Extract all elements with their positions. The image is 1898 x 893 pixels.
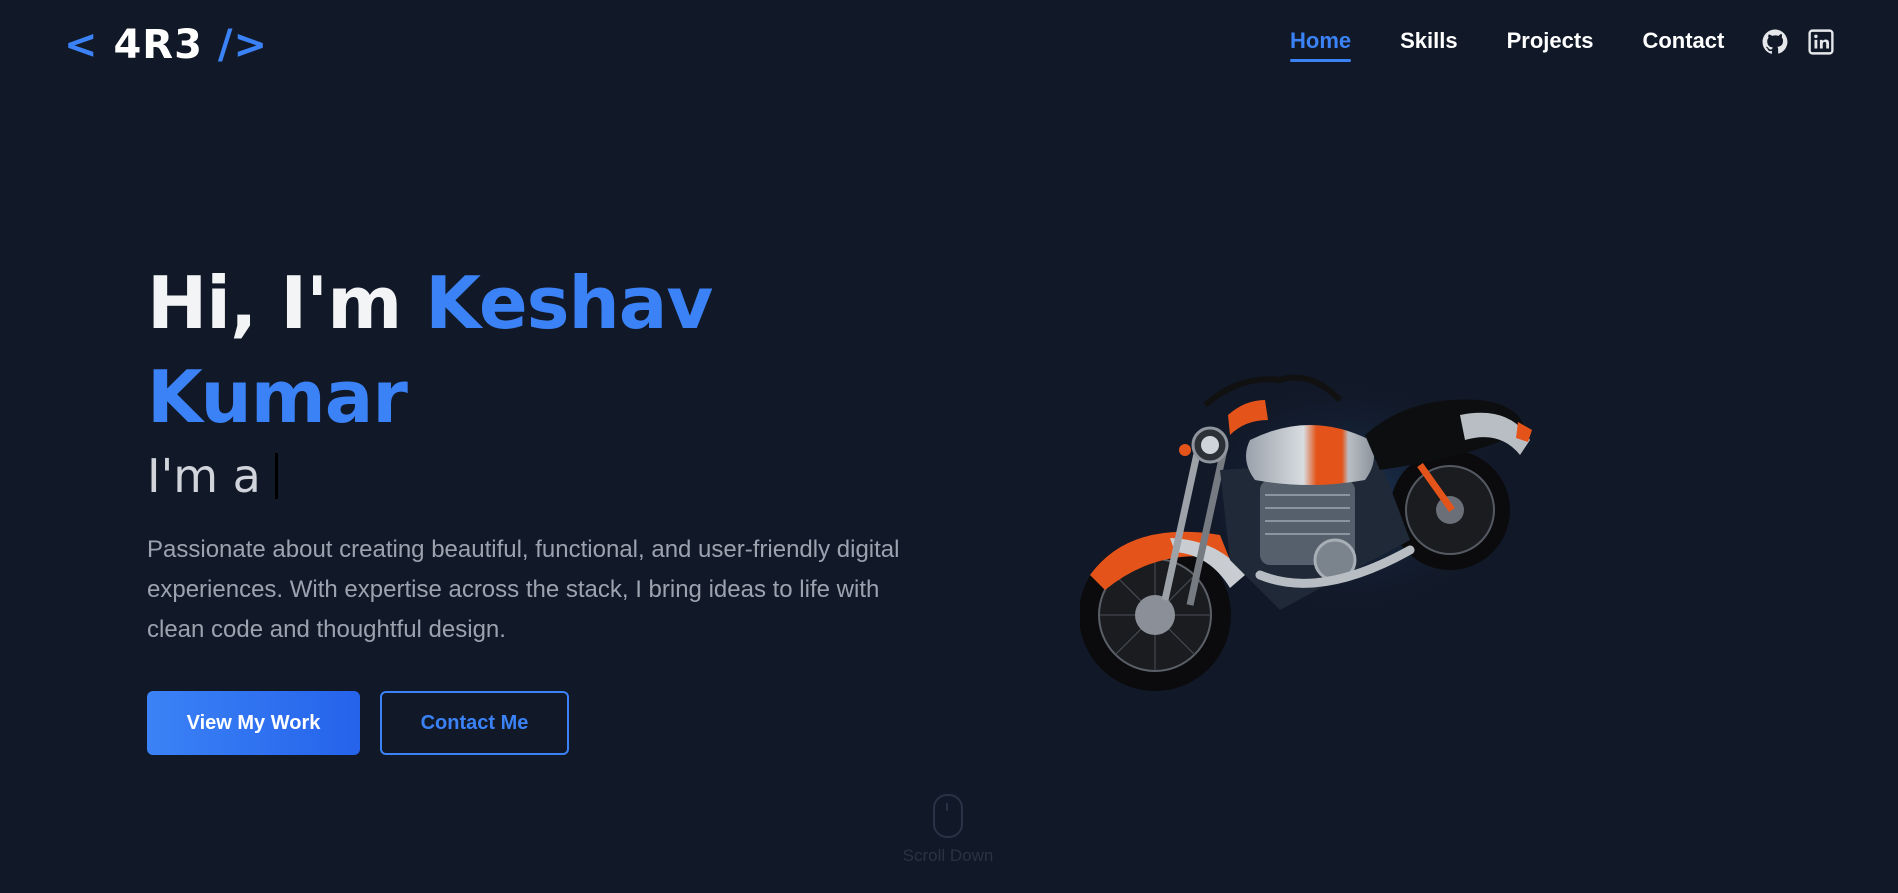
nav-link-home[interactable]: Home [1290,28,1352,62]
view-my-work-button[interactable]: View My Work [147,691,360,755]
nav-links: Home Skills Projects Contact [1290,28,1773,62]
nav-link-contact[interactable]: Contact [1642,28,1724,62]
social-links [1762,29,1834,55]
role-prefix: I'm a [147,449,261,503]
hero-first-name: Keshav [425,261,713,345]
typing-cursor [274,453,278,499]
hero-greeting: Hi, I'm [147,261,402,345]
site-logo[interactable]: < 4R3 /> [64,22,268,68]
motorcycle-3d-model[interactable] [1080,360,1550,710]
contact-me-button[interactable]: Contact Me [380,691,569,755]
hero-title: Hi, I'm Keshav Kumar [147,256,713,444]
hero-last-name: Kumar [147,355,408,439]
typewriter-role: I'm a [147,449,278,503]
nav-link-skills[interactable]: Skills [1400,28,1457,62]
hero-description: Passionate about creating beautiful, fun… [147,536,900,643]
mouse-icon [933,794,963,838]
github-icon[interactable] [1762,29,1788,55]
logo-name: 4R3 [113,22,203,68]
linkedin-icon[interactable] [1808,29,1834,55]
logo-close-bracket: /> [217,22,268,68]
logo-open-bracket: < [64,22,99,68]
scroll-down-indicator[interactable]: Scroll Down [900,794,996,866]
nav-link-projects[interactable]: Projects [1507,28,1594,62]
scroll-down-label: Scroll Down [902,846,994,865]
navbar: < 4R3 /> Home Skills Projects Contact [0,0,1898,90]
